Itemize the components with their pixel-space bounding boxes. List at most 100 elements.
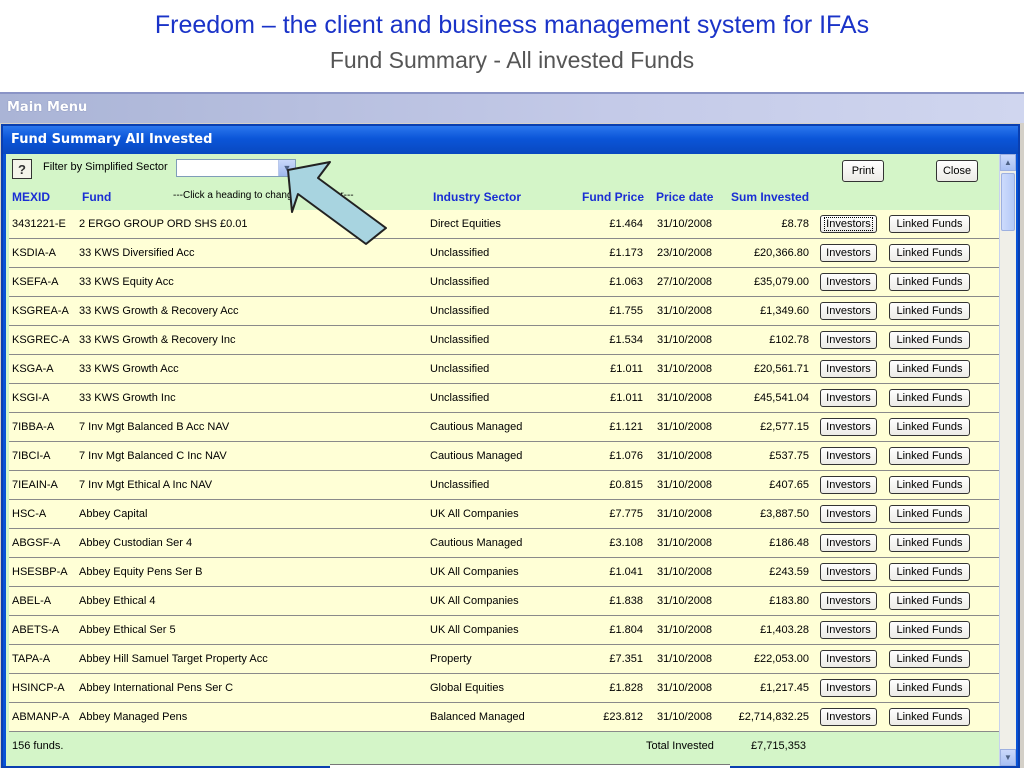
linked-funds-button[interactable]: Linked Funds [889,215,970,233]
linked-funds-button[interactable]: Linked Funds [889,650,970,668]
linked-funds-button[interactable]: Linked Funds [889,389,970,407]
cell-fund-price: £1.828 [609,682,643,694]
table-row[interactable]: KSGI-A 33 KWS Growth Inc Unclassified £1.01… [9,384,1001,413]
total-invested-value: £7,715,353 [751,740,807,752]
cell-fund-price: £1.076 [609,450,643,462]
linked-funds-button[interactable]: Linked Funds [889,273,970,291]
table-row[interactable]: KSGREA-A 33 KWS Growth & Recovery Acc Uncl… [9,297,1001,326]
investors-button-label: Investors [824,217,873,231]
investors-button[interactable]: Investors [820,534,877,552]
table-row[interactable]: KSGA-A 33 KWS Growth Acc Unclassified £1.01… [9,355,1001,384]
linked-funds-button[interactable]: Linked Funds [889,360,970,378]
window-bottom-edge [330,764,730,769]
header-sum-invested[interactable]: Sum Invested [731,190,809,204]
table-row[interactable]: HSESBP-A Abbey Equity Pens Ser B UK All Co… [9,558,1001,587]
investors-button-label: Investors [826,392,871,404]
table-row[interactable]: KSEFA-A 33 KWS Equity Acc Unclassified £1.0… [9,268,1001,297]
cell-fund: Abbey Capital [79,508,148,520]
cell-fund-price: £1.063 [609,276,643,288]
cell-industry-sector: Cautious Managed [430,537,523,549]
linked-funds-button[interactable]: Linked Funds [889,592,970,610]
table-row[interactable]: ABETS-A Abbey Ethical Ser 5 UK All Compani… [9,616,1001,645]
scroll-down-icon[interactable]: ▼ [1000,749,1016,766]
investors-button[interactable]: Investors [820,389,877,407]
linked-funds-button[interactable]: Linked Funds [889,302,970,320]
header-mexid[interactable]: MEXID [12,190,50,204]
cell-mexid: 7IBBA-A [12,421,55,433]
table-row[interactable]: TAPA-A Abbey Hill Samuel Target Property … [9,645,1001,674]
investors-button[interactable]: Investors [820,621,877,639]
cell-industry-sector: Cautious Managed [430,450,523,462]
table-row[interactable]: HSC-A Abbey Capital UK All Companies £7.775… [9,500,1001,529]
investors-button[interactable]: Investors [820,679,877,697]
table-row[interactable]: 7IEAIN-A 7 Inv Mgt Ethical A Inc NAV Uncla… [9,471,1001,500]
cell-fund: 33 KWS Growth & Recovery Acc [79,305,239,317]
investors-button[interactable]: Investors [820,302,877,320]
chevron-down-icon[interactable]: ▼ [278,160,295,176]
table-row[interactable]: 7IBCI-A 7 Inv Mgt Balanced C Inc NAV Cauti… [9,442,1001,471]
table-row[interactable]: HSINCP-A Abbey International Pens Ser C Gl… [9,674,1001,703]
slide-subtitle: Fund Summary - All invested Funds [329,47,695,73]
investors-button[interactable]: Investors [820,447,877,465]
cell-industry-sector: UK All Companies [430,508,519,520]
table-row[interactable]: ABGSF-A Abbey Custodian Ser 4 Cautious Man… [9,529,1001,558]
table-row[interactable]: KSGREC-A 33 KWS Growth & Recovery Inc Uncl… [9,326,1001,355]
cell-fund: 33 KWS Growth & Recovery Inc [79,334,236,346]
linked-funds-button[interactable]: Linked Funds [889,534,970,552]
cell-sum-invested: £1,403.28 [760,624,809,636]
scrollbar-thumb[interactable] [1001,173,1015,231]
linked-funds-button[interactable]: Linked Funds [889,505,970,523]
scroll-up-icon[interactable]: ▲ [1000,154,1016,171]
cell-price-date: 27/10/2008 [657,276,713,288]
investors-button[interactable]: Investors [820,592,877,610]
investors-button[interactable]: Investors [820,708,877,726]
linked-funds-button[interactable]: Linked Funds [889,476,970,494]
cell-sum-invested: £22,053.00 [753,653,809,665]
investors-button-label: Investors [826,508,871,520]
linked-funds-button[interactable]: Linked Funds [889,708,970,726]
cell-mexid: ABEL-A [12,595,52,607]
header-fund-price[interactable]: Fund Price [582,190,644,204]
linked-funds-button[interactable]: Linked Funds [889,331,970,349]
table-row[interactable]: ABMANP-A Abbey Managed Pens Balanced Manag… [9,703,1001,732]
header-price-date[interactable]: Price date [656,190,713,204]
cell-fund: Abbey International Pens Ser C [79,682,234,694]
table-row[interactable]: KSDIA-A 33 KWS Diversified Acc Unclassifie… [9,239,1001,268]
vertical-scrollbar[interactable]: ▲ ▼ [999,154,1016,766]
investors-button[interactable]: Investors [820,563,877,581]
sort-hint: ---Click a heading to change sort order-… [173,190,354,201]
header-fund[interactable]: Fund [82,190,111,204]
cell-industry-sector: Unclassified [430,363,490,375]
investors-button[interactable]: Investors [820,418,877,436]
table-row[interactable]: ABEL-A Abbey Ethical 4 UK All Companies £1.… [9,587,1001,616]
investors-button[interactable]: Investors [820,476,877,494]
investors-button[interactable]: Investors [820,331,877,349]
linked-funds-button[interactable]: Linked Funds [889,447,970,465]
close-button[interactable]: Close [936,160,978,182]
investors-button[interactable]: Investors [820,215,877,233]
main-menu-title-bar[interactable]: Main Menu [0,92,1024,123]
linked-funds-button[interactable]: Linked Funds [889,244,970,262]
investors-button-label: Investors [826,479,871,491]
cell-sum-invested: £102.78 [769,334,809,346]
linked-funds-button[interactable]: Linked Funds [889,679,970,697]
investors-button[interactable]: Investors [820,244,877,262]
table-row[interactable]: 3431221-E 2 ERGO GROUP ORD SHS £0.01 Direc… [9,210,1001,239]
cell-fund: Abbey Ethical 4 [79,595,156,607]
header-industry-sector[interactable]: Industry Sector [433,190,521,204]
print-button[interactable]: Print [842,160,884,182]
investors-button[interactable]: Investors [820,273,877,291]
sector-filter-dropdown[interactable]: ▼ [176,159,296,177]
linked-funds-button[interactable]: Linked Funds [889,621,970,639]
linked-funds-button[interactable]: Linked Funds [889,563,970,581]
cell-fund: 7 Inv Mgt Balanced B Acc NAV [79,421,230,433]
cell-mexid: HSC-A [12,508,47,520]
investors-button[interactable]: Investors [820,505,877,523]
fund-summary-title-bar[interactable]: Fund Summary All Invested [3,126,1018,154]
investors-button[interactable]: Investors [820,650,877,668]
cell-price-date: 31/10/2008 [657,653,713,665]
table-row[interactable]: 7IBBA-A 7 Inv Mgt Balanced B Acc NAV Cauti… [9,413,1001,442]
question-icon[interactable]: ? [12,159,32,179]
investors-button[interactable]: Investors [820,360,877,378]
linked-funds-button[interactable]: Linked Funds [889,418,970,436]
